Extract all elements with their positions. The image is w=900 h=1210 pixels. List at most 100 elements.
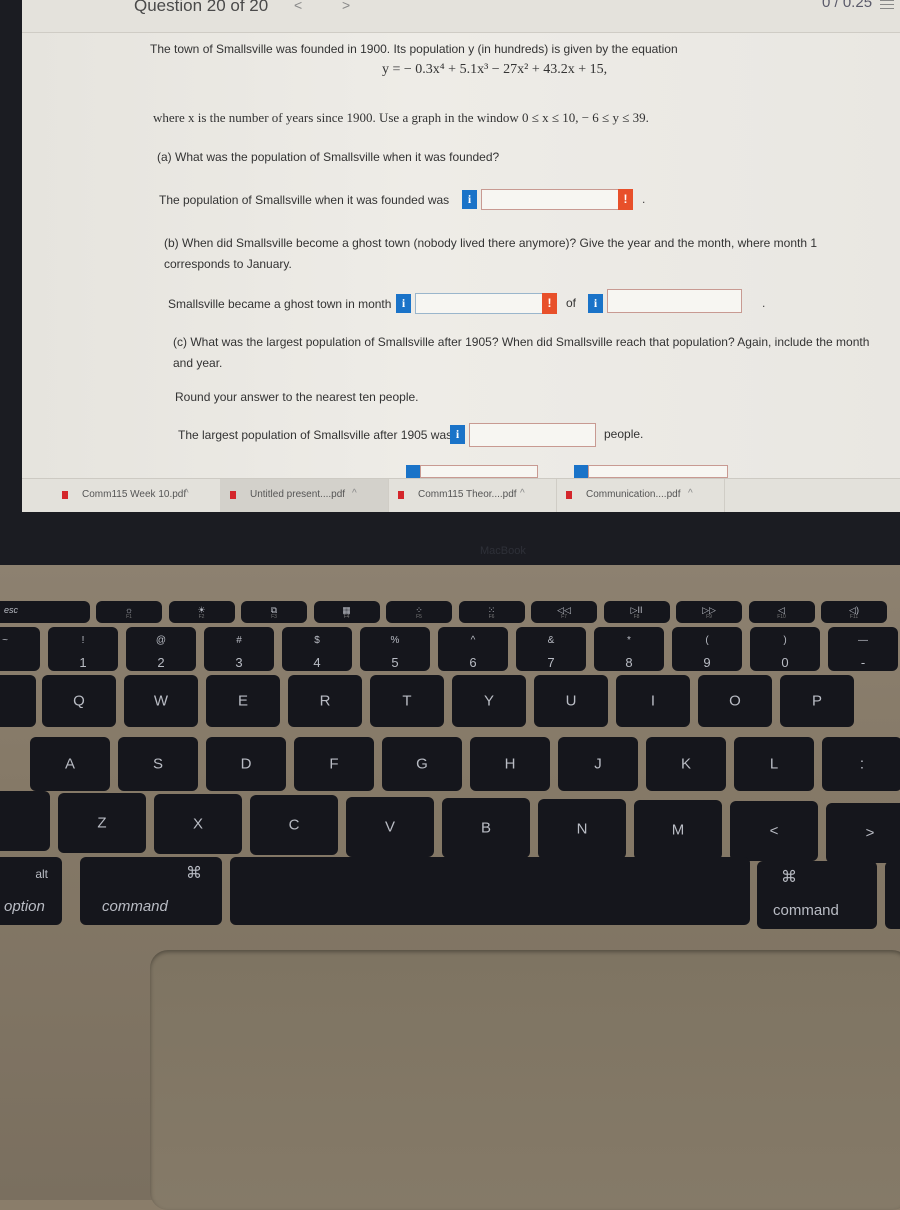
key-z[interactable]: Z (58, 793, 146, 853)
month-input[interactable] (415, 293, 545, 314)
chevron-up-icon[interactable]: ^ (688, 488, 693, 499)
list-menu-icon[interactable] (880, 0, 894, 14)
part-c-month-input[interactable] (420, 465, 538, 478)
chevron-up-icon[interactable]: ^ (352, 488, 357, 499)
key-f[interactable]: F (294, 737, 374, 791)
shift-key[interactable] (0, 791, 50, 851)
function-key-F11[interactable]: ◁) F11 (821, 601, 887, 623)
tab-key[interactable] (0, 675, 36, 727)
key-r[interactable]: R (288, 675, 362, 727)
chevron-up-icon[interactable]: ^ (520, 488, 525, 499)
chevron-left-icon[interactable]: < (294, 0, 302, 13)
key-x[interactable]: X (154, 794, 242, 855)
part-c-question-line1: (c) What was the largest population of S… (173, 335, 870, 349)
key-o[interactable]: O (698, 675, 772, 727)
function-key-F4[interactable]: ▦ F4 (313, 601, 380, 623)
part-c-year-input[interactable] (588, 465, 728, 478)
key-e[interactable]: E (206, 675, 280, 727)
function-key-F7[interactable]: ◁◁ F7 (531, 601, 597, 623)
part-b-month-info-icon[interactable]: i (396, 294, 411, 313)
key-c[interactable]: C (250, 795, 338, 856)
key-y[interactable]: Y (452, 675, 526, 727)
number-key-8[interactable]: * 8 (594, 627, 664, 671)
number-key-tilde[interactable]: ~ (0, 627, 40, 671)
key-l[interactable]: L (734, 737, 814, 791)
part-a-info-icon[interactable]: i (462, 190, 477, 209)
key-h[interactable]: H (470, 737, 550, 791)
option-key[interactable]: alt option (0, 857, 62, 925)
key-p[interactable]: P (780, 675, 854, 727)
number-key-1[interactable]: ! 1 (48, 627, 118, 671)
download-item[interactable]: Communication....pdf ^ (556, 479, 725, 512)
part-a-error-icon: ! (618, 189, 633, 210)
function-key-F3[interactable]: ⧉ F3 (241, 601, 307, 623)
part-a-period: . (642, 192, 646, 206)
number-key-7[interactable]: & 7 (516, 627, 586, 671)
number-key-0[interactable]: ) 0 (750, 627, 820, 671)
key-d[interactable]: D (206, 737, 286, 791)
key-label: * (627, 635, 631, 646)
chevron-up-icon[interactable]: ^ (184, 488, 189, 499)
key-i[interactable]: I (616, 675, 690, 727)
chevron-right-icon[interactable]: > (342, 0, 350, 13)
function-key-F1[interactable]: ☼ F1 (96, 601, 162, 623)
part-a-answer-input[interactable] (481, 189, 621, 210)
download-item[interactable]: Comm115 Theor....pdf ^ (388, 479, 557, 512)
key-w[interactable]: W (124, 675, 198, 727)
key-label: F2 (198, 614, 205, 620)
key-k[interactable]: K (646, 737, 726, 791)
function-key-F5[interactable]: ⁘ F5 (386, 601, 452, 623)
key-g[interactable]: G (382, 737, 462, 791)
download-item[interactable]: Comm115 Week 10.pdf ^ (52, 479, 221, 512)
function-key-F2[interactable]: ☀ F2 (168, 601, 235, 623)
number-key-6[interactable]: ^ 6 (438, 627, 508, 671)
trackpad[interactable] (150, 950, 900, 1210)
key-u[interactable]: U (534, 675, 608, 727)
key-a[interactable]: A (30, 737, 110, 791)
key-comma[interactable]: < (730, 801, 818, 862)
download-item[interactable]: Untitled present....pdf ^ (220, 479, 389, 512)
largest-population-input[interactable] (469, 423, 596, 447)
browser-page: Question 20 of 20 < > 0 / 0.25 The town … (22, 0, 900, 512)
right-command-key[interactable]: ⌘ command (757, 861, 877, 929)
key-m[interactable]: M (634, 800, 722, 861)
key-label: T (402, 692, 412, 710)
downloads-bar: Comm115 Week 10.pdf ^ Untitled present..… (22, 478, 900, 512)
right-option-key[interactable] (885, 861, 900, 929)
function-key-F9[interactable]: ▷▷ F9 (676, 601, 742, 623)
key-j[interactable]: J (558, 737, 638, 791)
key-b[interactable]: B (442, 797, 530, 858)
key-label: X (192, 815, 203, 833)
key-label: 2 (157, 655, 165, 670)
key-label: O (729, 692, 741, 710)
function-key-F10[interactable]: ◁ F10 (748, 601, 815, 623)
key-label: 0 (781, 655, 789, 670)
key-semicolon[interactable]: : (822, 737, 900, 791)
part-c-info-icon[interactable]: i (450, 425, 465, 444)
key-label: 5 (391, 655, 399, 670)
key-v[interactable]: V (346, 796, 434, 857)
part-c-year-info-icon[interactable] (574, 465, 589, 478)
function-key-esc[interactable]: esc (0, 601, 90, 623)
part-b-year-info-icon[interactable]: i (588, 294, 603, 313)
left-command-key[interactable]: ⌘ command (80, 857, 222, 925)
number-key-9[interactable]: (9 (672, 627, 742, 671)
key-n[interactable]: N (538, 799, 626, 859)
number-key-5[interactable]: % 5 (360, 627, 430, 671)
number-key-2[interactable]: @2 (126, 627, 196, 671)
part-c-month-info-icon[interactable] (406, 465, 421, 478)
year-input[interactable] (607, 289, 742, 313)
function-key-F8[interactable]: ▷II F8 (603, 601, 670, 623)
key-s[interactable]: S (118, 737, 198, 791)
key-t[interactable]: T (370, 675, 444, 727)
number-key--[interactable]: — - (828, 627, 898, 671)
key-label: ! (81, 635, 85, 646)
space-bar[interactable] (230, 857, 750, 925)
key-label: # (236, 635, 242, 646)
key-period[interactable]: > (826, 802, 900, 863)
function-key-F6[interactable]: ⁙ F6 (458, 601, 525, 623)
number-key-3[interactable]: #3 (204, 627, 274, 671)
key-q[interactable]: Q (42, 675, 116, 727)
number-key-4[interactable]: $4 (282, 627, 352, 671)
pdf-file-icon (62, 491, 68, 499)
